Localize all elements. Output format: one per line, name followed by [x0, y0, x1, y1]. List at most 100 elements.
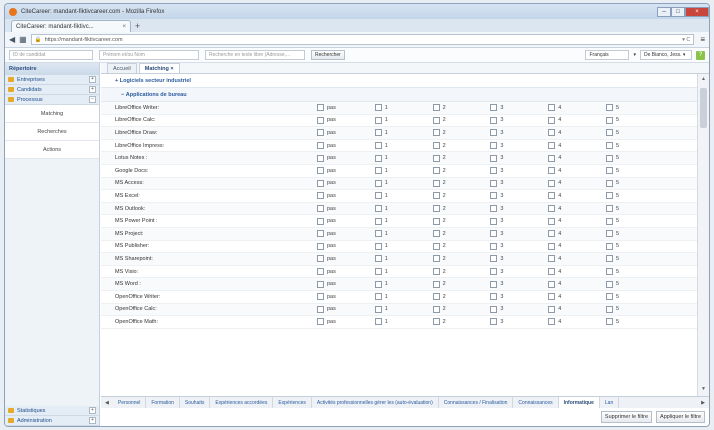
- level-option[interactable]: 1: [374, 154, 433, 162]
- level-option[interactable]: 5: [605, 217, 664, 225]
- level-option[interactable]: pas: [317, 217, 375, 225]
- level-option[interactable]: 3: [490, 280, 548, 288]
- bottom-tab[interactable]: Souhaits: [180, 397, 211, 408]
- level-checkbox[interactable]: [374, 293, 382, 301]
- scroll-down-icon[interactable]: ▼: [698, 386, 709, 394]
- level-option[interactable]: 1: [374, 293, 433, 301]
- level-checkbox[interactable]: [548, 230, 556, 238]
- level-option[interactable]: 3: [490, 104, 548, 112]
- level-option[interactable]: 4: [548, 129, 606, 137]
- level-checkbox[interactable]: [374, 242, 382, 250]
- level-checkbox[interactable]: [490, 192, 498, 200]
- level-checkbox[interactable]: [490, 116, 498, 124]
- section-header[interactable]: + Logiciels secteur industriel: [101, 74, 697, 88]
- tabs-left-arrow-icon[interactable]: ◀: [101, 400, 113, 406]
- level-checkbox[interactable]: [432, 154, 440, 162]
- level-checkbox[interactable]: [605, 154, 613, 162]
- level-checkbox[interactable]: [317, 255, 324, 263]
- level-option[interactable]: 1: [374, 116, 433, 124]
- language-select[interactable]: Français: [585, 50, 630, 60]
- level-checkbox[interactable]: [432, 192, 440, 200]
- level-checkbox[interactable]: [605, 230, 613, 238]
- level-checkbox[interactable]: [490, 293, 498, 301]
- level-option[interactable]: 5: [605, 268, 664, 276]
- level-option[interactable]: pas: [317, 293, 375, 301]
- level-option[interactable]: 5: [605, 293, 664, 301]
- menu-icon[interactable]: ≡: [700, 35, 705, 44]
- level-checkbox[interactable]: [317, 179, 324, 187]
- level-checkbox[interactable]: [374, 205, 382, 213]
- bottom-tab[interactable]: Formation: [146, 397, 180, 408]
- level-checkbox[interactable]: [548, 242, 556, 250]
- level-option[interactable]: 2: [432, 142, 491, 150]
- level-option[interactable]: 5: [605, 205, 664, 213]
- level-option[interactable]: 2: [432, 255, 491, 263]
- help-icon[interactable]: ?: [696, 50, 705, 60]
- level-checkbox[interactable]: [490, 104, 498, 112]
- expand-toggle[interactable]: +: [89, 417, 96, 424]
- level-option[interactable]: pas: [317, 205, 375, 213]
- level-option[interactable]: pas: [317, 230, 375, 238]
- level-option[interactable]: pas: [317, 104, 375, 112]
- level-option[interactable]: 2: [432, 205, 491, 213]
- tab-accueil[interactable]: Accueil: [107, 63, 137, 73]
- level-checkbox[interactable]: [374, 280, 382, 288]
- level-option[interactable]: 1: [374, 318, 433, 326]
- level-option[interactable]: pas: [317, 129, 375, 137]
- level-checkbox[interactable]: [490, 305, 498, 313]
- level-option[interactable]: 3: [490, 255, 548, 263]
- level-option[interactable]: 1: [374, 305, 433, 313]
- level-option[interactable]: pas: [317, 318, 375, 326]
- level-option[interactable]: 1: [374, 192, 433, 200]
- level-option[interactable]: 4: [548, 280, 606, 288]
- level-checkbox[interactable]: [374, 192, 382, 200]
- level-checkbox[interactable]: [317, 280, 324, 288]
- level-option[interactable]: 2: [432, 179, 491, 187]
- level-option[interactable]: 3: [490, 305, 548, 313]
- sidebar-item-entreprises[interactable]: Entreprises +: [5, 75, 99, 85]
- level-option[interactable]: 5: [605, 192, 664, 200]
- remove-filter-button[interactable]: Supprimer le filtre: [600, 411, 653, 423]
- level-checkbox[interactable]: [432, 205, 440, 213]
- level-option[interactable]: 4: [548, 154, 606, 162]
- level-checkbox[interactable]: [317, 142, 324, 150]
- level-option[interactable]: 5: [605, 318, 664, 326]
- level-checkbox[interactable]: [432, 242, 440, 250]
- level-checkbox[interactable]: [317, 217, 324, 225]
- level-option[interactable]: pas: [317, 192, 375, 200]
- level-checkbox[interactable]: [490, 230, 498, 238]
- level-checkbox[interactable]: [374, 179, 382, 187]
- level-checkbox[interactable]: [374, 104, 382, 112]
- tab-matching[interactable]: Matching ×: [138, 63, 180, 73]
- level-checkbox[interactable]: [374, 142, 382, 150]
- level-option[interactable]: 4: [548, 268, 606, 276]
- level-option[interactable]: 3: [490, 192, 548, 200]
- level-checkbox[interactable]: [548, 179, 556, 187]
- level-option[interactable]: 5: [605, 142, 664, 150]
- level-checkbox[interactable]: [432, 142, 440, 150]
- level-option[interactable]: 5: [605, 255, 664, 263]
- level-option[interactable]: 2: [432, 280, 491, 288]
- level-checkbox[interactable]: [548, 129, 556, 137]
- level-option[interactable]: 1: [374, 205, 433, 213]
- level-checkbox[interactable]: [605, 142, 613, 150]
- level-option[interactable]: 5: [605, 104, 664, 112]
- level-option[interactable]: 5: [605, 167, 664, 175]
- level-option[interactable]: 4: [548, 293, 606, 301]
- level-option[interactable]: pas: [317, 255, 375, 263]
- level-checkbox[interactable]: [374, 318, 382, 326]
- level-option[interactable]: 5: [605, 116, 664, 124]
- level-option[interactable]: 2: [432, 242, 491, 250]
- expand-toggle[interactable]: +: [89, 76, 96, 83]
- vertical-scrollbar[interactable]: ▲ ▼: [697, 74, 709, 396]
- level-checkbox[interactable]: [432, 305, 440, 313]
- level-option[interactable]: pas: [317, 142, 375, 150]
- collapse-toggle[interactable]: −: [89, 96, 96, 103]
- level-checkbox[interactable]: [432, 268, 440, 276]
- level-checkbox[interactable]: [605, 167, 613, 175]
- bottom-tab[interactable]: Expériences: [273, 397, 312, 408]
- level-checkbox[interactable]: [490, 217, 498, 225]
- level-option[interactable]: pas: [317, 268, 375, 276]
- level-option[interactable]: 3: [490, 318, 548, 326]
- level-checkbox[interactable]: [605, 318, 613, 326]
